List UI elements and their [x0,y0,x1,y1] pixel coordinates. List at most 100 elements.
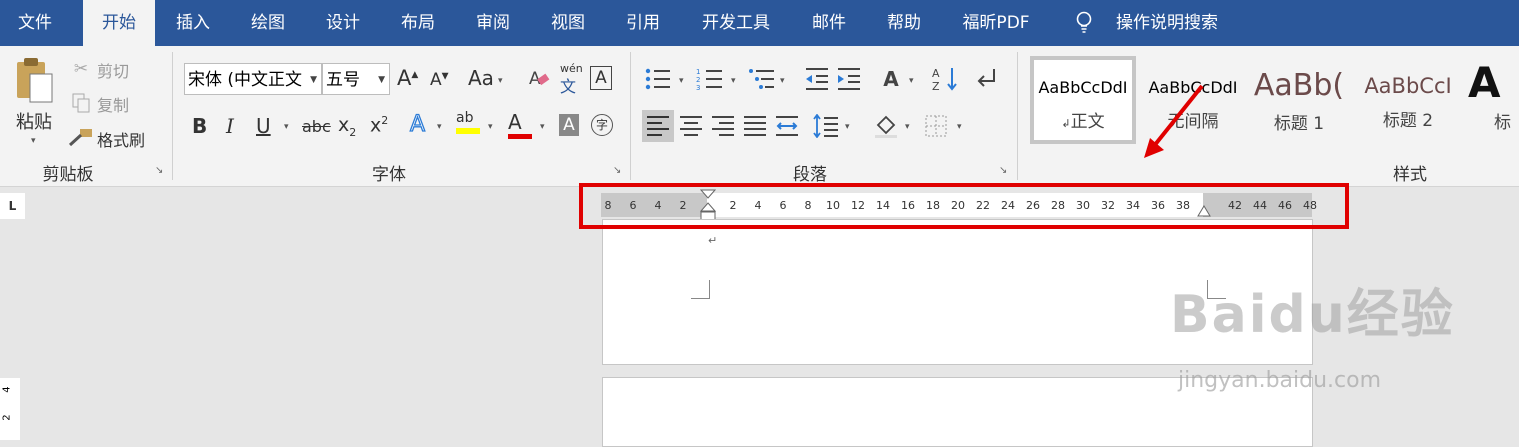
tab-layout[interactable]: 布局 [385,0,451,46]
svg-text:3: 3 [696,84,700,91]
format-painter-button[interactable]: 格式刷 [97,127,145,151]
superscript-button[interactable]: x2 [370,114,388,136]
styles-group-label: 样式 [1393,165,1427,185]
lightbulb-icon[interactable] [1068,0,1100,46]
style-preview: A [1468,58,1501,107]
tab-selector-button[interactable]: L [0,193,25,219]
cut-icon: ✂ [73,59,89,79]
numbering-dropdown-icon[interactable]: ▾ [731,76,736,86]
bold-button[interactable]: B [192,114,207,138]
clipboard-launcher-icon[interactable]: ↘ [155,166,165,176]
ribbon-tab-bar: 文件 开始 插入 绘图 设计 布局 审阅 视图 引用 开发工具 邮件 帮助 福昕… [0,0,1519,46]
line-spacing-dropdown-icon[interactable]: ▾ [845,122,850,132]
sort-icon[interactable]: AZ [932,66,960,92]
highlight-dropdown-icon[interactable]: ▾ [488,122,493,132]
svg-text:1: 1 [696,68,700,76]
style-heading-1[interactable]: AaBb( 标题 1 [1250,56,1348,144]
font-group-label: 字体 [372,165,406,185]
annotation-highlight-box [579,183,1349,229]
tab-review[interactable]: 审阅 [460,0,526,46]
font-color-swatch [508,134,532,139]
shading-dropdown-icon[interactable]: ▾ [905,122,910,132]
copy-button[interactable]: 复制 [97,92,129,116]
clear-formatting-icon[interactable]: A [528,66,550,90]
tab-mailings[interactable]: 邮件 [796,0,862,46]
tab-foxit-pdf[interactable]: 福昕PDF [948,0,1044,46]
baidu-watermark-url: jingyan.baidu.com [1178,368,1382,393]
crop-mark [691,280,710,299]
tell-me-search[interactable]: 操作说明搜索 [1106,0,1228,46]
bullets-icon[interactable] [644,66,672,92]
cut-button[interactable]: 剪切 [97,58,129,82]
change-case-button[interactable]: Aa [468,66,494,90]
tab-help[interactable]: 帮助 [871,0,937,46]
underline-dropdown-icon[interactable]: ▾ [284,122,289,132]
paragraph-launcher-icon[interactable]: ↘ [999,166,1009,176]
style-name: 标 [1494,113,1511,133]
style-title[interactable]: A 标 [1468,56,1519,144]
clipboard-group-label: 剪贴板 [42,165,94,185]
font-launcher-icon[interactable]: ↘ [613,166,623,176]
text-effects-button[interactable]: A [409,111,425,137]
grow-font-button[interactable]: A▲ [397,66,418,90]
chevron-down-icon: ▼ [310,75,317,85]
show-formatting-marks-icon[interactable] [974,66,1000,92]
borders-icon[interactable] [922,110,950,142]
text-effects-dropdown-icon[interactable]: ▾ [437,122,442,132]
tab-draw[interactable]: 绘图 [235,0,301,46]
highlight-color-swatch [456,128,480,134]
vertical-ruler[interactable]: 4 2 [0,378,20,440]
character-shading-button[interactable]: A [559,114,579,136]
multilevel-list-icon[interactable] [748,66,776,92]
shading-bucket-icon[interactable] [872,110,900,142]
underline-button[interactable]: U [256,114,271,138]
font-name-combo[interactable]: 宋体 (中文正文 ▼ [184,63,322,95]
tab-home[interactable]: 开始 [83,0,155,46]
paragraph-mark: ↵ [708,234,718,247]
bullets-dropdown-icon[interactable]: ▾ [679,76,684,86]
highlight-button[interactable]: ab [456,110,480,134]
italic-button[interactable]: I [226,114,234,138]
paste-dropdown-icon[interactable]: ▾ [31,136,36,146]
chevron-down-icon: ▼ [378,75,385,85]
style-heading-2[interactable]: AaBbCcI 标题 2 [1356,56,1460,144]
tab-references[interactable]: 引用 [610,0,676,46]
baidu-watermark: Baidu经验 [1170,285,1455,345]
paste-icon[interactable] [14,56,56,104]
style-name: 标题 1 [1273,114,1325,134]
shrink-font-button[interactable]: A▼ [430,70,449,90]
tab-file[interactable]: 文件 [0,0,70,46]
font-name-value: 宋体 (中文正文 [188,70,303,90]
tab-view[interactable]: 视图 [535,0,601,46]
font-size-combo[interactable]: 五号 ▼ [322,63,390,95]
align-left-icon[interactable] [642,110,674,142]
style-normal[interactable]: AaBbCcDdI ↲正文 [1030,56,1136,144]
numbering-icon[interactable]: 123 [696,66,724,92]
font-color-button[interactable]: A [508,110,532,139]
align-center-icon[interactable] [676,110,706,142]
change-case-dropdown-icon[interactable]: ▾ [498,76,503,86]
distributed-icon[interactable] [772,110,802,142]
paste-button[interactable]: 粘贴 [16,108,52,134]
borders-dropdown-icon[interactable]: ▾ [957,122,962,132]
line-spacing-icon[interactable] [812,110,840,142]
tab-developer[interactable]: 开发工具 [690,0,782,46]
phonetic-guide-button[interactable]: wén 文 [560,62,583,97]
strikethrough-button[interactable]: abc [302,117,331,136]
multilevel-list-dropdown-icon[interactable]: ▾ [780,76,785,86]
increase-indent-icon[interactable] [836,66,862,92]
enclose-characters-button[interactable]: 字 [591,114,613,136]
align-right-icon[interactable] [708,110,738,142]
font-color-dropdown-icon[interactable]: ▾ [540,122,545,132]
justify-icon[interactable] [740,110,770,142]
chinese-layout-dropdown-icon[interactable]: ▾ [909,76,914,86]
copy-icon [70,92,92,114]
chinese-layout-icon[interactable]: A [876,66,906,92]
tab-insert[interactable]: 插入 [160,0,226,46]
tab-design[interactable]: 设计 [310,0,376,46]
character-border-button[interactable]: A [590,66,612,90]
subscript-button[interactable]: x2 [338,114,356,139]
decrease-indent-icon[interactable] [804,66,830,92]
svg-text:Z: Z [932,80,940,92]
vertical-ruler-label: 4 [1,386,13,393]
